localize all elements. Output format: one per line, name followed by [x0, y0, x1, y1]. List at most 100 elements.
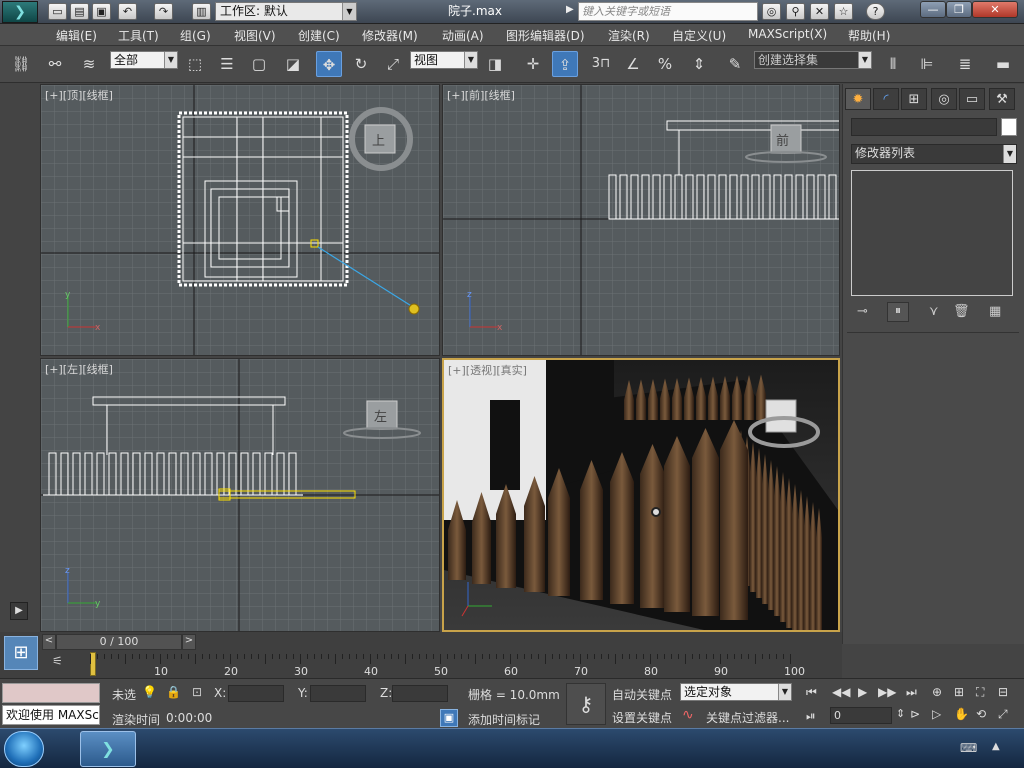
search-arrow-icon[interactable]: ▶: [566, 4, 574, 15]
display-tab-icon[interactable]: ▭: [959, 88, 985, 110]
configure-sets-icon[interactable]: ▦: [989, 304, 1001, 319]
open-file-icon[interactable]: ▤: [70, 3, 89, 20]
absolute-mode-icon[interactable]: ⊡: [192, 685, 202, 699]
curve-editor-icon[interactable]: ⚟: [52, 654, 72, 672]
exchange-icon[interactable]: ✕: [810, 3, 829, 20]
link-icon[interactable]: ⛓: [8, 51, 34, 77]
key-mode-dropdown[interactable]: 选定对象 ▼: [680, 683, 792, 701]
key-mode-toggle-icon[interactable]: ⏯: [806, 709, 816, 724]
go-to-end-icon[interactable]: ⏭: [906, 685, 917, 700]
pin-stack-icon[interactable]: ⊸: [857, 304, 868, 319]
current-frame-field[interactable]: 0: [830, 707, 892, 724]
viewport-left[interactable]: [+][左][线框] 左 z y: [40, 358, 440, 632]
window-crossing-icon[interactable]: ◪: [280, 51, 306, 77]
menu-group[interactable]: 组(G): [180, 27, 211, 44]
set-key-big-icon[interactable]: ⚷: [566, 683, 606, 725]
maximize-button[interactable]: ❐: [946, 1, 972, 18]
modifier-stack[interactable]: [851, 170, 1013, 296]
tray-arrow-icon[interactable]: ▲: [992, 741, 1000, 752]
star-icon[interactable]: ☆: [834, 3, 853, 20]
time-config-icon[interactable]: ⇕: [896, 707, 905, 720]
zoom-icon[interactable]: ⊕: [932, 685, 942, 699]
ref-coord-dropdown[interactable]: 视图 ▼: [410, 51, 478, 69]
object-color-swatch[interactable]: [1001, 118, 1017, 136]
named-selection-dropdown[interactable]: 创建选择集 ▼: [754, 51, 872, 69]
manipulate-icon[interactable]: ✛: [520, 51, 546, 77]
field-of-view-icon[interactable]: ⊳: [910, 707, 920, 721]
object-name-input[interactable]: [851, 118, 997, 136]
next-key-icon[interactable]: ▶▶: [878, 685, 896, 699]
create-tab-icon[interactable]: ✹: [845, 88, 871, 110]
viewport-top-label[interactable]: [+][顶][线框]: [45, 87, 113, 103]
workspace-dropdown[interactable]: 工作区: 默认 ▼: [215, 2, 357, 21]
save-file-icon[interactable]: ▣: [92, 3, 111, 20]
app-logo-icon[interactable]: ❯: [2, 1, 38, 23]
select-by-name-icon[interactable]: ☰: [214, 51, 240, 77]
make-unique-icon[interactable]: ⋎: [929, 304, 939, 319]
menu-help[interactable]: 帮助(H): [848, 27, 890, 44]
start-button[interactable]: [4, 731, 44, 767]
x-coordinate-field[interactable]: [228, 685, 284, 702]
hierarchy-tab-icon[interactable]: ⊞: [901, 88, 927, 110]
viewport-left-label[interactable]: [+][左][线框]: [45, 361, 113, 377]
z-coordinate-field[interactable]: [392, 685, 448, 702]
key-filter-curve-icon[interactable]: ∿: [682, 707, 694, 723]
zoom-extents-all-icon[interactable]: ⊟: [998, 685, 1008, 699]
lock-selection-icon[interactable]: 🔒: [166, 685, 181, 699]
isolate-icon[interactable]: 💡: [142, 685, 157, 699]
menu-customize[interactable]: 自定义(U): [672, 27, 726, 44]
keyboard-tray-icon[interactable]: ⌨: [960, 741, 977, 755]
mirror-icon[interactable]: ⫴: [880, 51, 906, 77]
spinner-snap-icon[interactable]: ⇕: [686, 51, 712, 77]
zoom-extents-icon[interactable]: ⛶: [976, 685, 984, 700]
edit-named-selection-icon[interactable]: ✎: [722, 51, 748, 77]
walk-through-icon[interactable]: ▷: [932, 707, 941, 721]
select-rotate-icon[interactable]: ↻: [348, 51, 374, 77]
help-icon[interactable]: ?: [866, 3, 885, 20]
menu-rendering[interactable]: 渲染(R): [608, 27, 650, 44]
maxscript-listener-text[interactable]: 欢迎使用 MAXScri: [2, 705, 100, 725]
menu-edit[interactable]: 编辑(E): [56, 27, 97, 44]
layer-manager-icon[interactable]: ≣: [952, 51, 978, 77]
viewport-perspective-label[interactable]: [+][透视][真实]: [448, 362, 527, 378]
utilities-tab-icon[interactable]: ⚒: [989, 88, 1015, 110]
keyboard-shortcut-override-icon[interactable]: ⇪: [552, 51, 578, 77]
redo-icon[interactable]: ↷: [154, 3, 173, 20]
viewport-layout-icon[interactable]: ⊞: [4, 636, 38, 670]
snaps-toggle-icon[interactable]: 3⊓: [588, 51, 614, 77]
rect-selection-icon[interactable]: ▢: [246, 51, 272, 77]
angle-snap-icon[interactable]: ∠: [620, 51, 646, 77]
align-icon[interactable]: ⊫: [914, 51, 940, 77]
remove-modifier-icon[interactable]: 🗑: [953, 304, 970, 319]
pivot-center-icon[interactable]: ◨: [482, 51, 508, 77]
modify-tab-icon[interactable]: ◜: [873, 88, 899, 110]
orbit-icon[interactable]: ⟲: [976, 707, 986, 721]
prev-key-icon[interactable]: ◀◀: [832, 685, 850, 699]
viewport-front[interactable]: [+][前][线框] 前 z x: [442, 84, 840, 356]
bind-spacewarp-icon[interactable]: ≋: [76, 51, 102, 77]
viewport-front-label[interactable]: [+][前][线框]: [447, 87, 515, 103]
motion-tab-icon[interactable]: ◎: [931, 88, 957, 110]
maxscript-mini-listener[interactable]: [2, 683, 100, 703]
maximize-viewport-icon[interactable]: ⤢: [998, 707, 1008, 722]
add-time-tag[interactable]: 添加时间标记: [468, 711, 540, 728]
unlink-icon[interactable]: ⚯: [42, 51, 68, 77]
menu-tools[interactable]: 工具(T): [118, 27, 159, 44]
minimize-button[interactable]: —: [920, 1, 946, 18]
pan-view-icon[interactable]: ✋: [954, 707, 969, 721]
menu-modifiers[interactable]: 修改器(M): [362, 27, 418, 44]
go-to-start-icon[interactable]: ⏮: [806, 685, 817, 700]
time-tag-icon[interactable]: ▣: [440, 709, 458, 727]
help-search-input[interactable]: 键入关键字或短语: [578, 2, 758, 21]
close-button[interactable]: ✕: [972, 1, 1018, 18]
show-end-result-icon[interactable]: ⏸: [887, 302, 909, 322]
key-filters-button[interactable]: 关键点过滤器...: [706, 709, 789, 726]
play-icon[interactable]: ▶: [858, 685, 867, 699]
undo-icon[interactable]: ↶: [118, 3, 137, 20]
modifier-list-dropdown[interactable]: 修改器列表 ▼: [851, 144, 1017, 164]
menu-views[interactable]: 视图(V): [234, 27, 276, 44]
auto-key-button[interactable]: 自动关键点: [612, 686, 672, 703]
taskbar-3dsmax-app[interactable]: ❯: [80, 731, 136, 767]
menu-animation[interactable]: 动画(A): [442, 27, 484, 44]
menu-maxscript[interactable]: MAXScript(X): [748, 27, 827, 41]
